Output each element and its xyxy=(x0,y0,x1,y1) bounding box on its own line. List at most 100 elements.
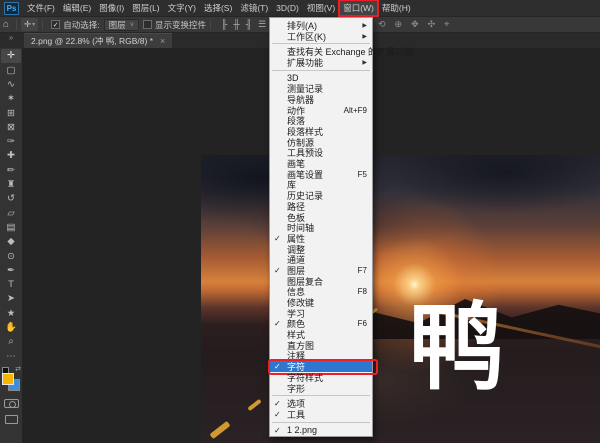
window-menu-item-notes[interactable]: 注释 xyxy=(270,351,372,362)
path-selection-tool-icon[interactable]: ➤ xyxy=(1,292,21,306)
auto-select-value: 图层 xyxy=(109,19,126,31)
window-menu-item-swatches[interactable]: 色板 xyxy=(270,212,372,223)
window-menu-item-info[interactable]: 信息F8 xyxy=(270,287,372,298)
threed-mode-icons: ⟲ ⊕ ✥ ✣ ⌖ xyxy=(378,19,449,30)
foreground-color-swatch[interactable] xyxy=(2,373,14,385)
menubar-item-layer[interactable]: 图层(L) xyxy=(128,0,163,16)
menubar-items: 文件(F)编辑(E)图像(I)图层(L)文字(Y)选择(S)滤镜(T)3D(D)… xyxy=(23,0,415,16)
show-transform-checkbox[interactable] xyxy=(143,20,152,29)
chevron-down-icon: ▾ xyxy=(32,21,35,28)
screen-mode-icon[interactable] xyxy=(5,415,18,424)
menubar-item-image[interactable]: 图像(I) xyxy=(95,0,128,16)
document-tab[interactable]: 2.png @ 22.8% (冲 鸭, RGB/8) * × xyxy=(24,33,172,48)
frame-tool-icon[interactable]: ⊠ xyxy=(1,120,21,134)
zoom-3d-camera-icon[interactable]: ⌖ xyxy=(444,19,449,30)
checkmark-icon: ✓ xyxy=(274,399,281,408)
window-menu-item-properties[interactable]: ✓属性 xyxy=(270,233,372,244)
window-menu-item-brush-settings[interactable]: 画笔设置F5 xyxy=(270,169,372,180)
menubar-item-file[interactable]: 文件(F) xyxy=(23,0,59,16)
eraser-tool-icon[interactable]: ▱ xyxy=(1,206,21,220)
document-tab-title: 2.png @ 22.8% (冲 鸭, RGB/8) * xyxy=(31,35,153,47)
window-menu-item-modifier-keys[interactable]: 修改键 xyxy=(270,297,372,308)
auto-select-checkbox[interactable] xyxy=(51,20,60,29)
zoom-tool-icon[interactable]: ⌕ xyxy=(1,335,21,349)
window-menu-item-actions[interactable]: 动作Alt+F9 xyxy=(270,105,372,116)
healing-brush-tool-icon[interactable]: ✚ xyxy=(1,149,21,163)
align-h-centers-icon[interactable]: ╫ xyxy=(233,19,239,30)
auto-select-dropdown[interactable]: 图层 ∨ xyxy=(104,19,139,31)
window-menu-item-tools[interactable]: ✓工具 xyxy=(270,409,372,420)
eyedropper-tool-icon[interactable]: ✑ xyxy=(1,135,21,149)
history-brush-tool-icon[interactable]: ↺ xyxy=(1,192,21,206)
text-layer-duck[interactable]: 鸭 xyxy=(409,301,504,396)
type-tool-icon[interactable]: T xyxy=(1,278,21,292)
menu-item-label: 1 2.png xyxy=(287,425,317,435)
blur-tool-icon[interactable]: ◆ xyxy=(1,235,21,249)
brush-tool-icon[interactable]: ✏ xyxy=(1,163,21,177)
options-separator xyxy=(42,19,43,30)
window-menu-item-styles[interactable]: 样式 xyxy=(270,329,372,340)
marquee-tool-icon[interactable]: ▢ xyxy=(1,63,21,77)
window-menu-item-history[interactable]: 历史记录 xyxy=(270,190,372,201)
window-menu-item-channels[interactable]: 通道 xyxy=(270,254,372,265)
window-menu-item-extensions[interactable]: 扩展功能▶ xyxy=(270,57,372,68)
window-menu-item-options[interactable]: ✓选项 xyxy=(270,398,372,409)
gradient-tool-icon[interactable]: ▤ xyxy=(1,221,21,235)
move-tool-icon[interactable]: ✛ xyxy=(1,49,21,63)
window-menu-item-tool-presets[interactable]: 工具预设 xyxy=(270,148,372,159)
menu-item-label: 扩展功能 xyxy=(287,56,323,69)
menubar-item-filter[interactable]: 滤镜(T) xyxy=(236,0,272,16)
distribute-icon[interactable]: ☰ xyxy=(258,19,266,30)
lasso-tool-icon[interactable]: ∿ xyxy=(1,78,21,92)
color-swatch-widget: ⇄ xyxy=(1,367,21,393)
dodge-tool-icon[interactable]: ⊙ xyxy=(1,249,21,263)
window-menu-item-navigator[interactable]: 导航器 xyxy=(270,94,372,105)
menubar-item-window[interactable]: 窗口(W) xyxy=(339,0,378,16)
align-left-edges-icon[interactable]: ╟ xyxy=(221,19,227,30)
align-right-edges-icon[interactable]: ╢ xyxy=(246,19,252,30)
options-separator xyxy=(16,19,17,30)
menu-item-label: 工具 xyxy=(287,408,305,421)
window-menu-item-adjustments[interactable]: 调整 xyxy=(270,244,372,255)
menubar-item-edit[interactable]: 编辑(E) xyxy=(59,0,95,16)
slide-3d-camera-icon[interactable]: ✣ xyxy=(428,19,436,30)
home-icon[interactable]: ⌂ xyxy=(0,19,12,30)
roll-3d-camera-icon[interactable]: ⊕ xyxy=(395,19,403,30)
window-menu-item-measurement-log[interactable]: 测量记录 xyxy=(270,83,372,94)
window-menu-item-glyphs[interactable]: 字形 xyxy=(270,383,372,394)
menubar: Ps 文件(F)编辑(E)图像(I)图层(L)文字(Y)选择(S)滤镜(T)3D… xyxy=(0,0,600,17)
window-menu-item-timeline[interactable]: 时间轴 xyxy=(270,222,372,233)
quick-mask-icon[interactable] xyxy=(4,399,19,408)
quick-selection-tool-icon[interactable]: ✶ xyxy=(1,92,21,106)
orbit-3d-camera-icon[interactable]: ⟲ xyxy=(378,19,386,30)
photoshop-logo: Ps xyxy=(4,2,19,15)
close-icon[interactable]: × xyxy=(160,36,165,46)
collapse-toolbar-icon[interactable]: » xyxy=(0,33,22,48)
hand-tool-icon[interactable]: ✋ xyxy=(1,321,21,335)
pan-3d-camera-icon[interactable]: ✥ xyxy=(411,19,419,30)
clone-stamp-tool-icon[interactable]: ♜ xyxy=(1,178,21,192)
document-image[interactable]: 鸭 xyxy=(201,155,600,443)
edit-toolbar-icon[interactable]: ⋯ xyxy=(1,349,21,363)
window-menu-item-layer-comps[interactable]: 图层复合 xyxy=(270,276,372,287)
swap-colors-icon[interactable]: ⇄ xyxy=(15,365,21,373)
window-menu-item-histogram[interactable]: 直方图 xyxy=(270,340,372,351)
menu-separator xyxy=(272,70,370,71)
menubar-item-help[interactable]: 帮助(H) xyxy=(378,0,415,16)
window-menu-dropdown: 排列(A)▶工作区(K)▶查找有关 Exchange 的扩展功能...扩展功能▶… xyxy=(269,17,373,437)
pen-tool-icon[interactable]: ✒ xyxy=(1,263,21,277)
menubar-item-select[interactable]: 选择(S) xyxy=(200,0,236,16)
menubar-item-3d[interactable]: 3D(D) xyxy=(272,1,303,15)
menubar-item-view[interactable]: 视图(V) xyxy=(303,0,339,16)
window-menu-item-color[interactable]: ✓颜色F6 xyxy=(270,319,372,330)
window-menu-item-workspace[interactable]: 工作区(K)▶ xyxy=(270,31,372,42)
crop-tool-icon[interactable]: ⊞ xyxy=(1,106,21,120)
window-menu-item-character-styles[interactable]: 字符样式 xyxy=(270,372,372,383)
window-menu-item-paragraph-styles[interactable]: 段落样式 xyxy=(270,126,372,137)
current-tool-button[interactable]: ✛ ▾ xyxy=(21,18,38,31)
shape-tool-icon[interactable]: ★ xyxy=(1,306,21,320)
window-menu-item-document-1[interactable]: ✓1 2.png xyxy=(270,425,372,436)
window-menu-item-learn[interactable]: 学习 xyxy=(270,308,372,319)
menubar-item-type[interactable]: 文字(Y) xyxy=(164,0,200,16)
window-menu-item-paths[interactable]: 路径 xyxy=(270,201,372,212)
